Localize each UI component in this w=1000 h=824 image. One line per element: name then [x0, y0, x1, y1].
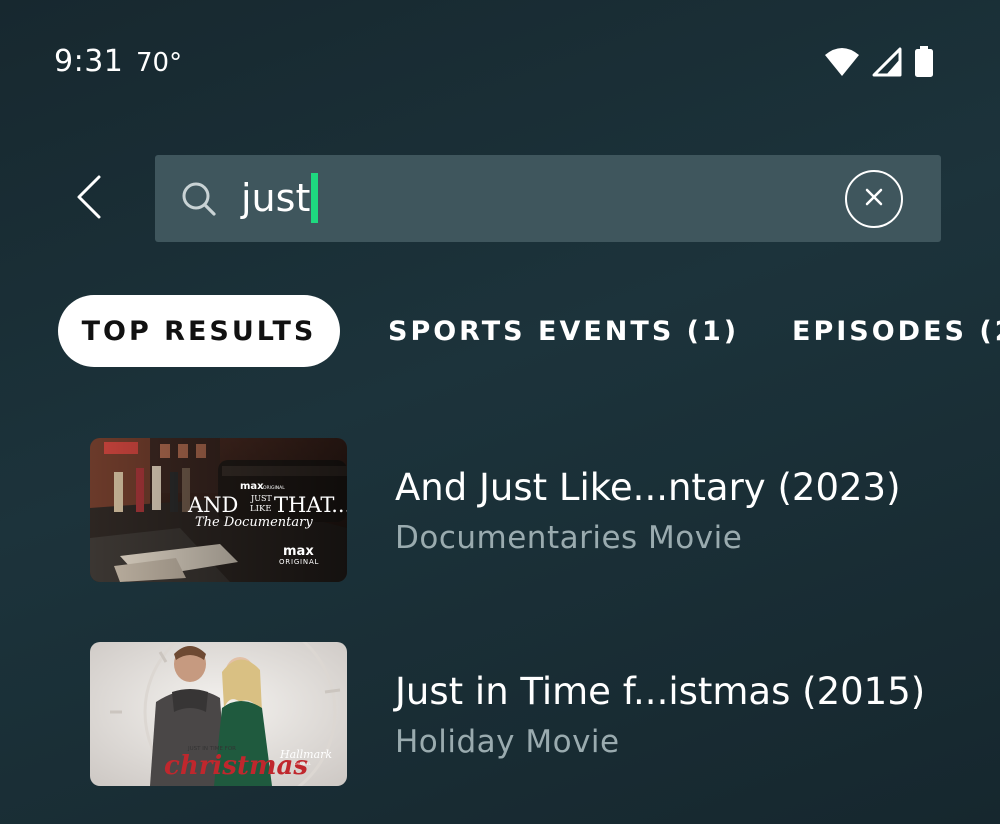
thumb-network-sub: CHANNEL — [294, 762, 311, 766]
result-subtitle: Documentaries Movie — [395, 520, 743, 556]
thumb-title-word: THAT... — [274, 493, 347, 517]
tab-sports-events[interactable]: SPORTS EVENTS (1) — [388, 295, 739, 367]
search-icon — [179, 179, 219, 219]
status-bar: 9:31 70° — [0, 0, 1000, 120]
result-thumbnail: max ORIGINAL AND JUST LIKE THAT... The D… — [90, 438, 347, 582]
thumb-small-brand: max — [283, 544, 314, 559]
thumb-brand-text: max — [240, 481, 264, 492]
thumb-badge-text: ORIGINAL — [263, 485, 285, 491]
back-button[interactable] — [66, 172, 112, 226]
status-time: 9:31 — [54, 44, 124, 79]
search-input[interactable]: just — [241, 172, 319, 224]
tab-top-results[interactable]: TOP RESULTS — [58, 295, 340, 367]
result-title: And Just Like...ntary (2023) — [395, 466, 901, 509]
chevron-left-icon — [74, 174, 104, 224]
search-box[interactable]: just — [155, 155, 941, 242]
result-thumbnail: JUST IN TIME FOR christmas Hallmark CHAN… — [90, 642, 347, 786]
status-icons — [824, 46, 934, 78]
thumb-title-word: LIKE — [250, 504, 272, 514]
wifi-icon — [824, 47, 860, 77]
result-subtitle: Holiday Movie — [395, 724, 620, 760]
thumb-title-word: AND — [187, 493, 238, 517]
thumb-script-text: The Documentary — [195, 515, 313, 530]
cell-signal-icon — [872, 47, 902, 77]
thumb-network-text: Hallmark — [279, 748, 332, 761]
clear-search-button[interactable] — [845, 170, 903, 228]
search-result-item[interactable]: max ORIGINAL AND JUST LIKE THAT... The D… — [90, 438, 950, 582]
search-query-text: just — [241, 176, 311, 220]
search-result-item[interactable]: JUST IN TIME FOR christmas Hallmark CHAN… — [90, 642, 950, 786]
result-title: Just in Time f...istmas (2015) — [395, 670, 926, 713]
text-caret — [311, 173, 319, 223]
close-icon — [863, 186, 885, 212]
thumb-small-badge: ORIGINAL — [279, 558, 319, 566]
tab-episodes[interactable]: EPISODES (2 — [792, 295, 1000, 367]
battery-icon — [914, 46, 934, 78]
result-tabs: TOP RESULTS SPORTS EVENTS (1) EPISODES (… — [58, 295, 1000, 367]
status-temperature: 70° — [136, 48, 183, 78]
thumb-title-word: JUST — [250, 494, 272, 503]
